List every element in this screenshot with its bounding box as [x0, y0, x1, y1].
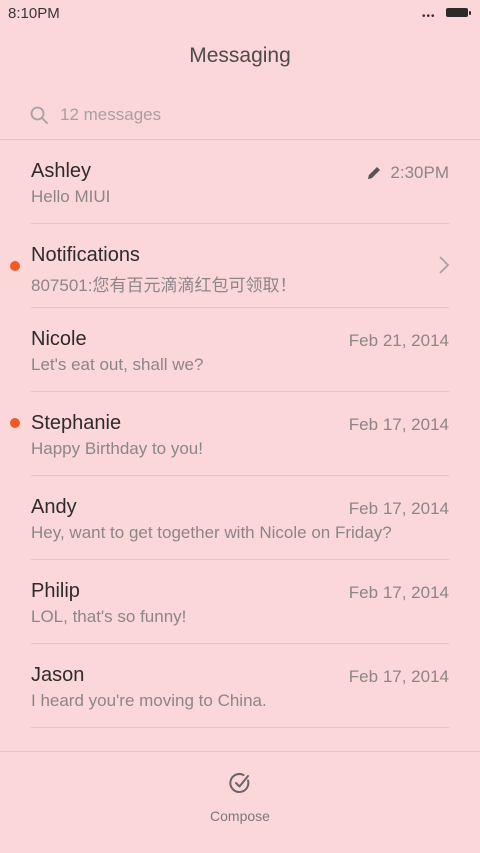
contact-name: Stephanie [31, 412, 122, 434]
contact-name: Ashley [31, 160, 92, 182]
message-preview: LOL, that's so funny! [31, 607, 187, 626]
conversation-list: Ashley 2:30PM Hello MIUI Notifications 8… [0, 140, 480, 728]
compose-icon [229, 772, 251, 794]
battery-icon [446, 8, 471, 17]
contact-name: Philip [31, 580, 80, 602]
conversation-row-notifications[interactable]: Notifications 807501:您有百元滴滴红包可领取！ [0, 224, 480, 308]
message-date: Feb 21, 2014 [348, 331, 449, 350]
conversation-row-philip[interactable]: Philip Feb 17, 2014 LOL, that's so funny… [0, 560, 480, 644]
pencil-icon [366, 165, 382, 181]
status-time: 8:10PM [8, 5, 60, 22]
search-input[interactable]: 12 messages [60, 105, 161, 125]
conversation-row-stephanie[interactable]: Stephanie Feb 17, 2014 Happy Birthday to… [0, 392, 480, 476]
message-date: 2:30PM [390, 163, 449, 182]
compose-label: Compose [210, 808, 270, 824]
conversation-row-nicole[interactable]: Nicole Feb 21, 2014 Let's eat out, shall… [0, 308, 480, 392]
bottom-bar-divider [0, 751, 480, 752]
compose-button[interactable]: Compose [190, 770, 290, 836]
contact-name: Notifications [31, 244, 140, 266]
message-date: Feb 17, 2014 [348, 583, 449, 602]
page-title: Messaging [189, 44, 291, 67]
row-divider [31, 727, 449, 728]
chevron-right-icon [438, 255, 450, 275]
contact-name: Andy [31, 496, 77, 518]
conversation-row-jason[interactable]: Jason Feb 17, 2014 I heard you're moving… [0, 644, 480, 728]
unread-dot [10, 261, 20, 271]
message-preview: Happy Birthday to you! [31, 439, 203, 458]
unread-dot [10, 418, 20, 428]
search-icon [30, 106, 48, 124]
message-preview: Let's eat out, shall we? [31, 355, 204, 374]
conversation-row-ashley[interactable]: Ashley 2:30PM Hello MIUI [0, 140, 480, 224]
message-preview: Hey, want to get together with Nicole on… [31, 523, 392, 542]
message-preview: 807501:您有百元滴滴红包可领取！ [31, 276, 297, 295]
message-date: Feb 17, 2014 [348, 499, 449, 518]
contact-name: Nicole [31, 328, 87, 350]
signal-dots-icon: ••• [422, 11, 436, 22]
contact-name: Jason [31, 664, 85, 686]
message-date: Feb 17, 2014 [348, 415, 449, 434]
conversation-row-andy[interactable]: Andy Feb 17, 2014 Hey, want to get toget… [0, 476, 480, 560]
message-preview: I heard you're moving to China. [31, 691, 267, 710]
message-date: Feb 17, 2014 [348, 667, 449, 686]
message-preview: Hello MIUI [31, 187, 111, 206]
search-bar[interactable]: 12 messages [30, 103, 161, 127]
status-bar: 8:10PM ••• [0, 0, 480, 30]
